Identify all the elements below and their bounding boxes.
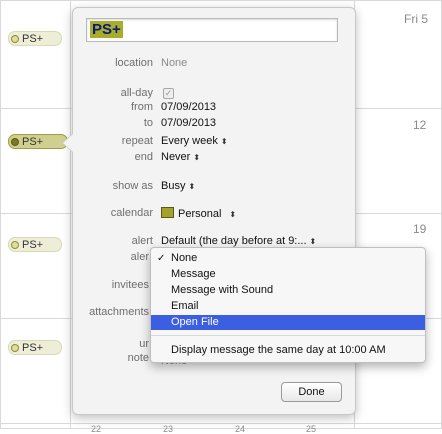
day-number: 22 [91, 424, 102, 434]
updown-arrows-icon: ⬍ [220, 137, 228, 146]
to-label: to [143, 117, 153, 129]
event-title: PS+ [22, 238, 44, 251]
showas-popup[interactable]: Busy ⬍ [161, 180, 195, 192]
menu-item-label: Display message the same day at 10:00 AM [171, 344, 386, 356]
location-label: location [115, 57, 153, 69]
from-label: from [131, 101, 153, 113]
repeat-label: repeat [121, 135, 153, 147]
showas-label: show as [112, 180, 153, 192]
end-value: Never [161, 151, 191, 163]
alert-value: Default (the day before at 9:... [161, 235, 307, 247]
calendar-popup[interactable]: Personal ⬍ [161, 207, 236, 220]
menu-item-label: Email [171, 300, 199, 312]
event-title: PS+ [22, 341, 44, 354]
calendar-dot-icon [11, 137, 19, 146]
menu-separator [151, 335, 425, 336]
end-label: end [134, 151, 153, 163]
event-title-text: PS+ [90, 21, 123, 38]
menu-item-none[interactable]: ✓ None [151, 251, 425, 266]
menu-item-label: Message [171, 268, 216, 280]
day-number: 19 [413, 222, 427, 236]
day-number: 12 [413, 118, 427, 132]
menu-item-label: None [171, 252, 198, 264]
note-label: note [127, 352, 149, 364]
day-number: 24 [235, 424, 246, 434]
popover-arrow [63, 134, 73, 152]
event-pill[interactable]: PS+ [8, 237, 62, 252]
alert-type-menu: ✓ None Message Message with Sound Email … [150, 247, 426, 363]
event-pill-selected[interactable]: PS+ [8, 134, 68, 149]
updown-arrows-icon: ⬍ [229, 210, 237, 219]
location-value[interactable]: None [161, 57, 187, 69]
menu-item-label: Open File [171, 316, 219, 328]
menu-item-display-message[interactable]: Display message the same day at 10:00 AM [151, 343, 425, 358]
calendar-dot-icon [11, 343, 19, 352]
calendar-value: Personal [178, 208, 222, 220]
event-title: PS+ [22, 32, 44, 45]
menu-item-email[interactable]: Email [151, 299, 425, 314]
from-date[interactable]: 07/09/2013 [161, 101, 216, 113]
showas-value: Busy [161, 180, 186, 192]
menu-item-message[interactable]: Message [151, 267, 425, 282]
updown-arrows-icon: ⬍ [193, 153, 201, 162]
second-alert-label: aler [130, 251, 149, 263]
invitees-label: invitees [111, 279, 149, 291]
updown-arrows-icon: ⬍ [188, 182, 196, 191]
attachments-label: attachments [89, 306, 149, 318]
day-number: 23 [163, 424, 174, 434]
menu-item-label: Message with Sound [171, 284, 274, 296]
updown-arrows-icon: ⬍ [309, 237, 317, 246]
grid-line [0, 0, 442, 1]
calendar-dot-icon [11, 34, 19, 43]
day-number: 25 [306, 424, 317, 434]
url-label: ur [139, 338, 149, 350]
event-title: PS+ [22, 135, 44, 148]
event-title-field[interactable]: PS+ [86, 18, 338, 42]
end-popup[interactable]: Never ⬍ [161, 151, 200, 163]
grid-line [0, 423, 442, 424]
alert-label: alert [131, 235, 153, 247]
to-date[interactable]: 07/09/2013 [161, 117, 216, 129]
allday-checkbox[interactable]: ✓ [163, 88, 174, 99]
calendar-dot-icon [11, 240, 19, 249]
grid-line [0, 0, 1, 429]
grid-line [70, 0, 71, 429]
done-button[interactable]: Done [281, 382, 342, 402]
calendar-color-swatch-icon [161, 207, 174, 218]
day-header-fri-5: Fri 5 [404, 12, 428, 26]
event-pill[interactable]: PS+ [8, 340, 62, 355]
checkmark-icon: ✓ [157, 253, 166, 264]
calendar-label: calendar [110, 207, 153, 219]
menu-item-open-file[interactable]: Open File [151, 315, 425, 330]
repeat-popup[interactable]: Every week ⬍ [161, 135, 228, 147]
repeat-value: Every week [161, 135, 218, 147]
menu-item-message-with-sound[interactable]: Message with Sound [151, 283, 425, 298]
alert-popup[interactable]: Default (the day before at 9:... ⬍ [161, 235, 316, 247]
event-pill[interactable]: PS+ [8, 31, 62, 46]
allday-label: all-day [120, 87, 153, 99]
